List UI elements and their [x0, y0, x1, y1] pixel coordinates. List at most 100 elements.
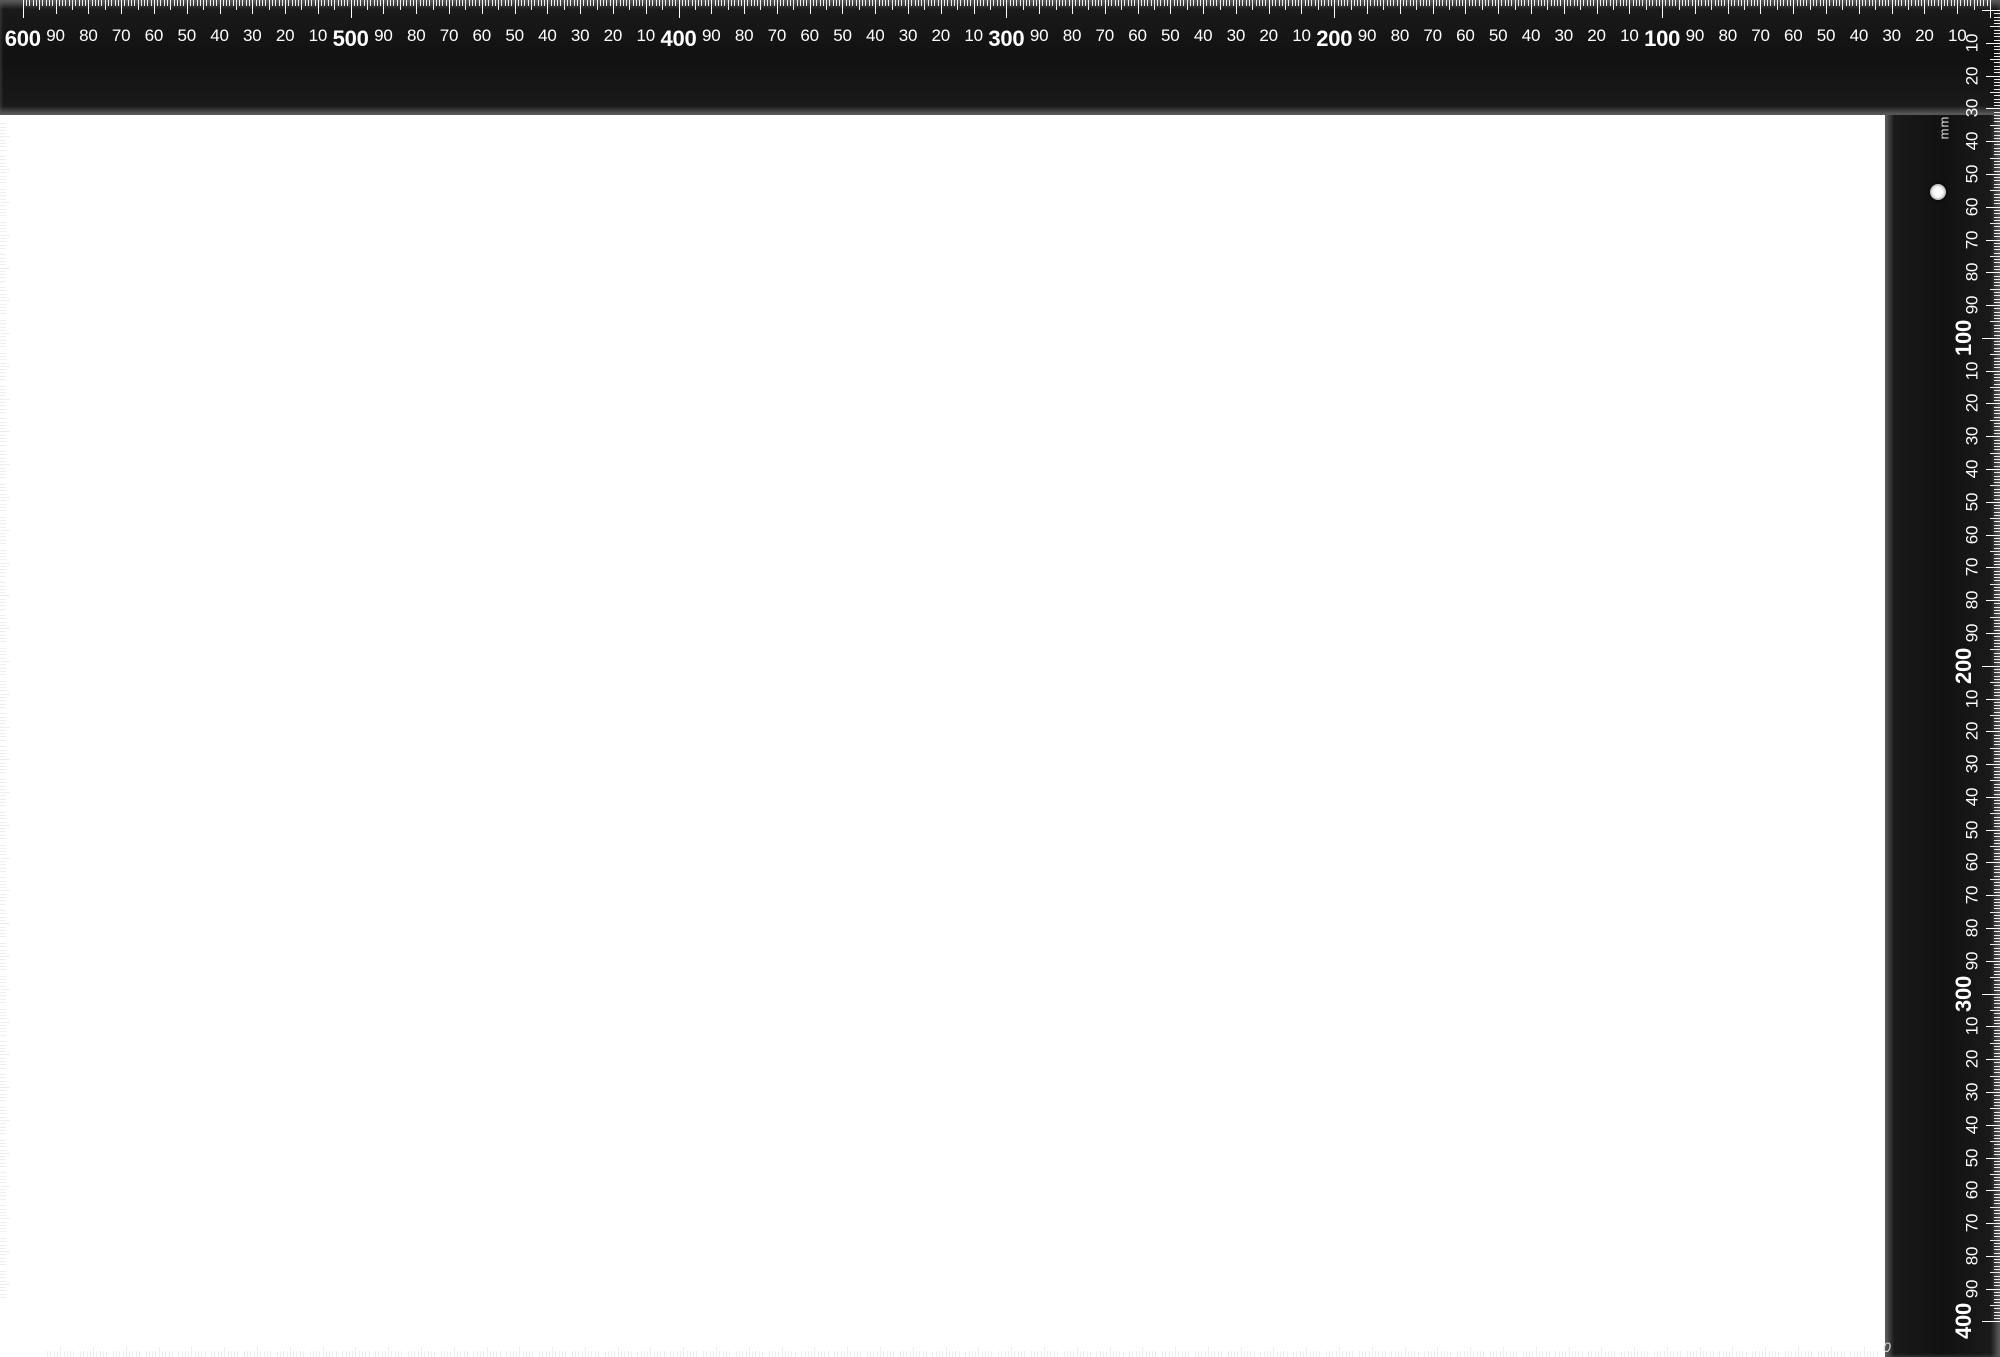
horizontal-arm: [0, 0, 2000, 115]
scale-label: 40: [17, 898, 37, 917]
scale-label: 60: [17, 963, 37, 982]
scale-label: 10: [1510, 1325, 1529, 1345]
scale-label: 20: [1805, 1325, 1824, 1345]
scale-label: 30: [17, 209, 37, 228]
scale-label: 80: [17, 701, 37, 720]
scale-label: 40: [1084, 1325, 1103, 1345]
scale-label: 60: [17, 307, 37, 326]
scale-label: 30: [133, 1325, 152, 1345]
scale-label: 80: [953, 1325, 972, 1345]
scale-label: 30: [789, 1325, 808, 1345]
scale-label: 60: [690, 1325, 709, 1345]
scale-label: 20: [1149, 1325, 1168, 1345]
scale-label: 90: [264, 1325, 283, 1345]
scale-label: 20: [1477, 1325, 1496, 1345]
scale-label: 50: [17, 1258, 37, 1277]
scale-label: 80: [1281, 1325, 1300, 1345]
scale-label: 50: [1051, 1325, 1070, 1345]
scale-label: 40: [17, 570, 37, 589]
scale-label: 20: [17, 1160, 37, 1179]
scale-label: 40: [1740, 1325, 1759, 1345]
scale-label: 90: [592, 1325, 611, 1345]
vertical-inner-scale: 1020304050607080901001020304050607080902…: [0, 0, 2000, 1357]
scale-label: 50: [17, 275, 37, 294]
scale-label: 50: [1707, 1325, 1726, 1345]
scale-label: 80: [17, 1029, 37, 1048]
hang-hole: [1930, 184, 1946, 200]
scale-label: 20: [166, 1325, 185, 1345]
scale-label: 30: [1445, 1325, 1464, 1345]
scale-label: 60: [1674, 1325, 1693, 1345]
scale-label: 50: [1379, 1325, 1398, 1345]
scale-label: 60: [17, 1291, 37, 1310]
scale-label: 500: [223, 1319, 259, 1345]
scale-label: 10: [854, 1325, 873, 1345]
scale-label: 30: [17, 1193, 37, 1212]
unit-label: mm: [1937, 116, 1952, 140]
scale-label: 30: [17, 537, 37, 556]
scale-label: 90: [17, 406, 37, 425]
scale-label: 60: [363, 1325, 382, 1345]
scale-label: 50: [17, 603, 37, 622]
scale-label: 80: [1608, 1325, 1627, 1345]
scale-label: 90: [1576, 1325, 1595, 1345]
scale-label: 80: [297, 1325, 316, 1345]
scale-label: 10: [199, 1325, 218, 1345]
scale-label: 50: [67, 1325, 86, 1345]
scale-label: 400: [550, 1319, 586, 1345]
scale-label: 30: [461, 1325, 480, 1345]
scale-label: 40: [17, 242, 37, 261]
scale-label: 100: [23, 430, 49, 466]
scale-label: 20: [822, 1325, 841, 1345]
scale-label: 50: [395, 1325, 414, 1345]
scale-label: 80: [17, 373, 37, 392]
vertical-outer-scale: 1020304050607080901001020304050607080902…: [0, 0, 2000, 1357]
scale-label: 50: [17, 930, 37, 949]
scale-label: 70: [17, 668, 37, 687]
scale-label: 30: [17, 865, 37, 884]
scale-label: 90: [17, 1062, 37, 1081]
scale-label: 20: [17, 832, 37, 851]
scale-label: 70: [17, 340, 37, 359]
scale-label: 10: [1182, 1325, 1201, 1345]
scale-label: 90: [17, 734, 37, 753]
scale-label: 30: [1117, 1325, 1136, 1345]
horizontal-inner-scale: 1020304050607080901001020304050607080902…: [0, 0, 2000, 1357]
scale-label: 70: [1641, 1325, 1660, 1345]
scale-label: 60: [17, 635, 37, 654]
scale-label: 40: [756, 1325, 775, 1345]
scale-label: 80: [625, 1325, 644, 1345]
scale-label: 70: [1313, 1325, 1332, 1345]
scale-label: 60: [1018, 1325, 1037, 1345]
scale-label: 70: [658, 1325, 677, 1345]
scale-label: 90: [1248, 1325, 1267, 1345]
scale-label: 10: [526, 1325, 545, 1345]
scale-label: 10: [17, 144, 37, 163]
scale-label: 100: [1534, 1319, 1570, 1345]
scale-label: 20: [494, 1325, 513, 1345]
scale-label: 60: [1346, 1325, 1365, 1345]
scale-label: 300: [878, 1319, 914, 1345]
scale-label: 10: [1838, 1325, 1857, 1345]
scale-label: 70: [17, 996, 37, 1015]
scale-label: 20: [17, 504, 37, 523]
framing-square: ЭТМ 102030405060708090100102030405060708…: [0, 0, 2000, 1357]
horizontal-outer-scale: 1020304050607080901001020304050607080902…: [0, 0, 2000, 1357]
scale-label: 40: [428, 1325, 447, 1345]
scale-label: 20: [17, 176, 37, 195]
vertical-arm: [1885, 0, 2000, 1357]
scale-label: 200: [1206, 1319, 1242, 1345]
scale-label: 10: [17, 1127, 37, 1146]
scale-label: 70: [330, 1325, 349, 1345]
scale-label: 40: [100, 1325, 119, 1345]
scale-label: 60: [35, 1325, 54, 1345]
scale-label: 10: [17, 471, 37, 490]
scale-label: 10: [17, 799, 37, 818]
scale-label: 40: [1412, 1325, 1431, 1345]
scale-label: 70: [985, 1325, 1004, 1345]
scale-label: 40: [17, 1225, 37, 1244]
scale-label: 50: [723, 1325, 742, 1345]
scale-label: 200: [23, 758, 49, 794]
scale-label: 30: [1772, 1325, 1791, 1345]
scale-label: 300: [23, 1086, 49, 1122]
